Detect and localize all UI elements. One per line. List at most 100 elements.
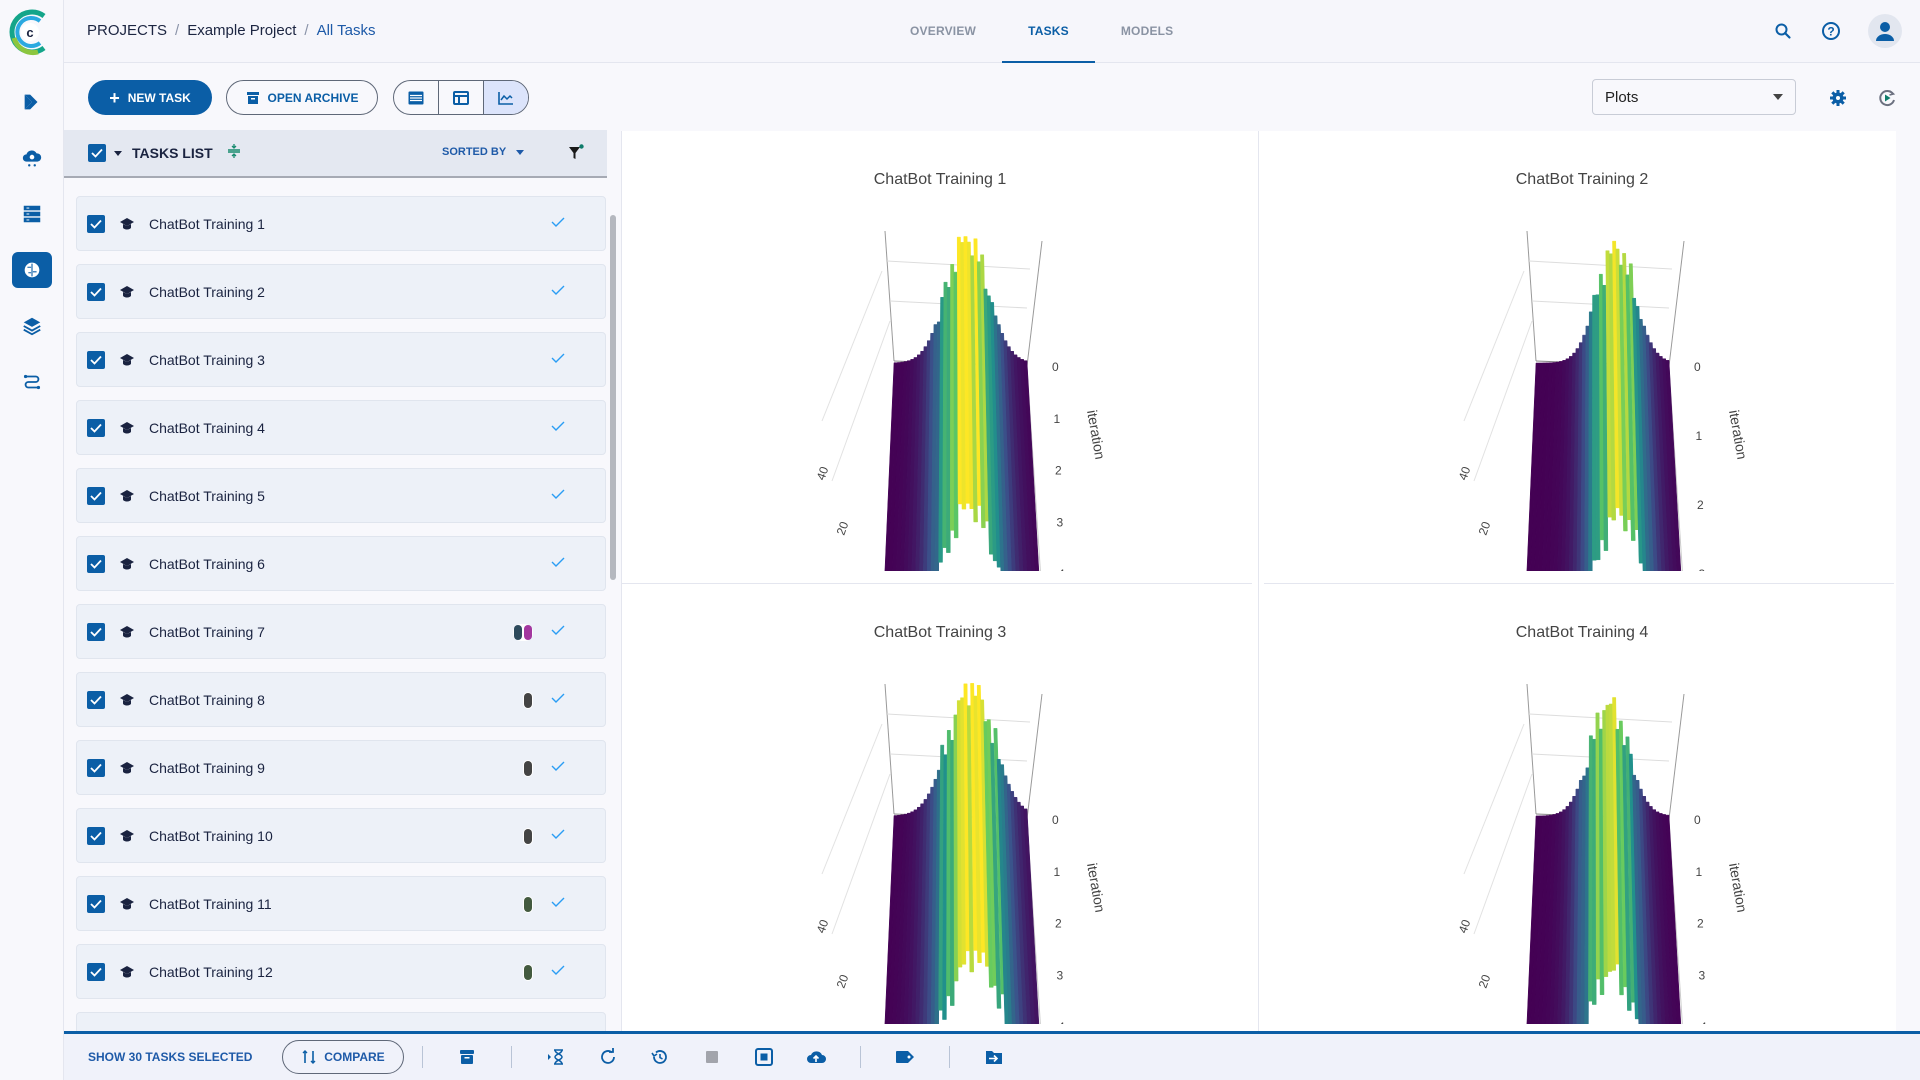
sidebar-item-orchestration[interactable] — [12, 140, 52, 176]
selection-footer: SHOW 30 TASKS SELECTED COMPARE — [64, 1031, 1920, 1080]
task-checkbox[interactable] — [87, 758, 105, 777]
breadcrumb-projects[interactable]: PROJECTS — [87, 22, 167, 39]
completed-check-icon — [551, 965, 565, 975]
clearml-logo-icon[interactable]: c — [8, 8, 52, 56]
upload-cloud-icon[interactable] — [798, 1042, 834, 1072]
task-name: ChatBot Training 8 — [149, 691, 265, 708]
y-tick-label: 0 — [1694, 360, 1701, 374]
tag-chip[interactable] — [524, 693, 532, 708]
table-view-button[interactable] — [394, 81, 439, 114]
task-row[interactable]: ChatBot Training 5 — [76, 468, 606, 523]
breadcrumb-current[interactable]: All Tasks — [317, 22, 376, 39]
auto-refresh-icon[interactable] — [1876, 87, 1898, 109]
new-task-button[interactable]: + NEW TASK — [88, 80, 212, 115]
task-checkbox[interactable] — [87, 282, 105, 301]
training-task-type-icon — [120, 557, 134, 569]
task-row[interactable]: ChatBot Training 9 — [76, 740, 606, 795]
user-avatar[interactable] — [1868, 14, 1902, 48]
details-view-button[interactable] — [439, 81, 484, 114]
task-checkbox[interactable] — [87, 418, 105, 437]
sorted-by-dropdown[interactable]: SORTED BY — [442, 146, 525, 158]
y-tick-label: 4 — [1058, 1020, 1065, 1024]
view-mode-toggle — [393, 80, 529, 115]
select-menu-chevron-icon[interactable] — [114, 150, 122, 156]
archive-icon[interactable] — [449, 1042, 485, 1072]
task-checkbox[interactable] — [87, 350, 105, 369]
plot-card[interactable]: ChatBot Training 301234iteration20400100… — [622, 584, 1258, 1034]
abort-stop-icon[interactable] — [694, 1042, 730, 1072]
help-icon[interactable]: ? — [1820, 20, 1842, 42]
select-all-checkbox[interactable] — [88, 144, 106, 162]
task-tags[interactable] — [523, 828, 533, 845]
search-icon[interactable] — [1772, 20, 1794, 42]
tag-chip[interactable] — [524, 761, 532, 776]
breadcrumb-project[interactable]: Example Project — [187, 22, 296, 39]
task-checkbox[interactable] — [87, 690, 105, 709]
move-to-project-icon[interactable] — [976, 1042, 1012, 1072]
show-selected-tasks-link[interactable]: SHOW 30 TASKS SELECTED — [88, 1050, 252, 1064]
task-row[interactable]: ChatBot Training 10 — [76, 808, 606, 863]
task-tags[interactable] — [523, 964, 533, 981]
task-row[interactable]: ChatBot Training 1 — [76, 196, 606, 251]
enqueue-icon[interactable] — [538, 1042, 574, 1072]
workflows-icon — [23, 374, 41, 390]
sidebar-item-projects[interactable] — [12, 252, 52, 288]
tasks-list-scrollbar[interactable] — [610, 215, 616, 580]
sidebar-item-datasets[interactable] — [12, 196, 52, 232]
open-archive-button[interactable]: OPEN ARCHIVE — [226, 80, 378, 115]
task-tags[interactable] — [523, 760, 533, 777]
plot-card[interactable]: ChatBot Training 101234iteration204000.1… — [622, 131, 1258, 581]
tab-overview[interactable]: OVERVIEW — [884, 0, 1002, 63]
plot-card[interactable]: ChatBot Training 401234iteration20400076… — [1264, 584, 1900, 1034]
task-row[interactable]: ChatBot Training 11 — [76, 876, 606, 931]
task-tags[interactable] — [523, 692, 533, 709]
compact-rows-icon[interactable] — [227, 143, 241, 164]
publish-icon[interactable] — [746, 1042, 782, 1072]
settings-gear-icon[interactable] — [1827, 87, 1849, 109]
tag-chip[interactable] — [514, 625, 522, 640]
compare-plots-view-button[interactable] — [484, 81, 528, 114]
surface-plot[interactable]: 01234iteration204000764321123- — [1264, 644, 1900, 1024]
tag-chip[interactable] — [524, 625, 532, 640]
breadcrumb-separator: / — [304, 22, 309, 39]
restore-history-icon[interactable] — [642, 1042, 678, 1072]
filter-icon[interactable] — [567, 144, 585, 167]
task-checkbox[interactable] — [87, 894, 105, 913]
task-checkbox[interactable] — [87, 554, 105, 573]
task-row[interactable]: ChatBot Training 8 — [76, 672, 606, 727]
surface-plot[interactable]: 01234iteration204000.100.080.070.050.030… — [622, 191, 1258, 571]
task-row[interactable] — [76, 1012, 606, 1032]
task-checkbox[interactable] — [87, 826, 105, 845]
tag-chip[interactable] — [524, 965, 532, 980]
task-row[interactable]: ChatBot Training 3 — [76, 332, 606, 387]
training-task-type-icon — [120, 285, 134, 297]
sidebar-item-models[interactable] — [12, 308, 52, 344]
compare-button[interactable]: COMPARE — [282, 1040, 405, 1074]
tab-models[interactable]: MODELS — [1095, 0, 1200, 63]
task-checkbox[interactable] — [87, 486, 105, 505]
task-row[interactable]: ChatBot Training 12 — [76, 944, 606, 999]
surface-plot[interactable]: 0123iteration20400070605030210012-- — [1264, 191, 1900, 571]
task-tags[interactable] — [523, 896, 533, 913]
tab-tasks[interactable]: TASKS — [1002, 0, 1095, 63]
tag-chip[interactable] — [524, 829, 532, 844]
plot-card[interactable]: ChatBot Training 20123iteration204000706… — [1264, 131, 1900, 581]
tag-icon[interactable] — [887, 1042, 923, 1072]
toolbar-divider — [860, 1046, 862, 1068]
task-row[interactable]: ChatBot Training 6 — [76, 536, 606, 591]
task-row[interactable]: ChatBot Training 2 — [76, 264, 606, 319]
tag-chip[interactable] — [524, 897, 532, 912]
task-tags[interactable] — [513, 624, 533, 641]
sidebar-item-pipelines[interactable] — [12, 84, 52, 120]
task-checkbox[interactable] — [87, 214, 105, 233]
task-row[interactable]: ChatBot Training 7 — [76, 604, 606, 659]
completed-check-icon — [551, 489, 565, 499]
task-checkbox[interactable] — [87, 622, 105, 641]
y-axis-label: iteration — [1726, 409, 1750, 461]
task-checkbox[interactable] — [87, 962, 105, 981]
sidebar-item-workflows[interactable] — [12, 364, 52, 400]
surface-plot[interactable]: 01234iteration20400100907050420023-- — [622, 644, 1258, 1024]
plots-type-select[interactable]: Plots — [1592, 79, 1796, 115]
task-row[interactable]: ChatBot Training 4 — [76, 400, 606, 455]
reset-icon[interactable] — [590, 1042, 626, 1072]
